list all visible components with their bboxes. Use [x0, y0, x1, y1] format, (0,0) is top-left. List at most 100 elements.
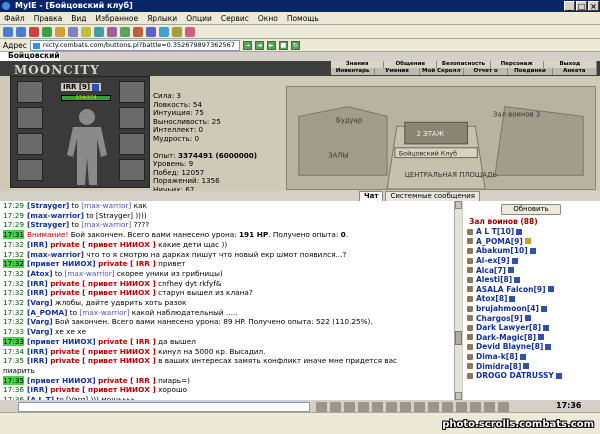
nav-inventory[interactable]: Инвентарь	[331, 68, 376, 75]
clan-badge-icon[interactable]	[529, 247, 536, 254]
message-time[interactable]: 17:35	[3, 356, 24, 365]
user-name[interactable]: A L T	[476, 227, 497, 236]
message-time[interactable]: 17:32	[3, 288, 24, 297]
message-author[interactable]: [привет НИИОХ]	[27, 337, 96, 346]
message-author[interactable]: [max-warrior]	[27, 250, 84, 259]
private-message-icon[interactable]	[467, 343, 473, 350]
message-author[interactable]: [Varg]	[27, 327, 53, 336]
message-author[interactable]: [Varg]	[27, 298, 53, 307]
print-icon[interactable]	[68, 26, 78, 37]
cut-icon[interactable]	[133, 26, 143, 37]
map-label-central[interactable]: ЦЕНТРАЛЬНАЯ ПЛОЩАДЬ	[405, 171, 498, 179]
user-row[interactable]: Abakum [10]	[463, 246, 600, 256]
clan-badge-icon[interactable]	[555, 372, 562, 379]
private-message-icon[interactable]	[467, 324, 473, 331]
message-author[interactable]: [IRR]	[27, 240, 48, 249]
sound-icon[interactable]	[372, 402, 383, 412]
user-name[interactable]: Dark Lawyer	[476, 323, 529, 332]
user-name[interactable]: Alesti	[476, 275, 500, 284]
private-message-icon[interactable]	[467, 247, 473, 254]
refresh-icon[interactable]	[42, 26, 52, 37]
clan-badge-icon[interactable]	[509, 295, 516, 302]
menu-edit[interactable]: Правка	[34, 14, 63, 23]
scroll-up-button[interactable]	[455, 201, 462, 209]
nav-knowledge[interactable]: Знания	[331, 61, 385, 68]
scroll-down-button[interactable]	[455, 392, 462, 400]
translit-icon[interactable]	[386, 402, 397, 412]
weapon-slot[interactable]	[17, 107, 43, 129]
private-tag[interactable]: private [ привет НИИОХ ]	[48, 240, 156, 249]
private-message-icon[interactable]	[467, 353, 473, 360]
user-row[interactable]: Dark Lawyer [8]	[463, 323, 600, 333]
tab-system-messages[interactable]: Системные сообщения	[385, 191, 480, 201]
address-input[interactable]: nicty.combats.com/buttons.pl?battle=0.35…	[29, 39, 240, 51]
user-name[interactable]: Alca	[476, 266, 494, 275]
armor-slot[interactable]	[17, 133, 43, 155]
filter-icon[interactable]	[358, 402, 369, 412]
private-tag[interactable]: private [ привет НИИОХ ]	[48, 288, 156, 297]
menu-window[interactable]: Окно	[258, 14, 278, 23]
clan-badge-icon[interactable]	[543, 324, 550, 331]
user-row[interactable]: brujahmoon [4]	[463, 304, 600, 314]
clan-badge-icon[interactable]	[545, 343, 552, 350]
maximize-button[interactable]: □	[576, 1, 587, 11]
message-time[interactable]: 17:32	[3, 308, 24, 317]
clear-icon[interactable]	[330, 402, 341, 412]
nav-profile[interactable]: Анкета	[552, 68, 597, 75]
nav-exit[interactable]: Выход	[543, 61, 598, 68]
message-author[interactable]: [Atox]	[27, 269, 53, 278]
minimize-button[interactable]: _	[564, 1, 575, 11]
exit-icon[interactable]	[498, 402, 509, 412]
message-time[interactable]: 17:31	[3, 230, 25, 240]
menu-view[interactable]: Вид	[71, 14, 86, 23]
message-time[interactable]: 17:32	[3, 250, 24, 259]
message-time[interactable]: 17:32	[3, 317, 24, 326]
private-tag[interactable]: private [ привет НИИОХ ]	[48, 385, 156, 394]
nav-stop-button[interactable]: ■	[278, 40, 288, 50]
menu-shortcuts[interactable]: Ярлыки	[147, 14, 177, 23]
user-row[interactable]: Dark-Magic [8]	[463, 333, 600, 343]
friends-icon[interactable]	[428, 402, 439, 412]
gloves-slot[interactable]	[119, 107, 145, 129]
user-row[interactable]: Al-ex [9]	[463, 256, 600, 266]
favorites-icon[interactable]	[81, 26, 91, 37]
message-time[interactable]: 17:29	[3, 211, 24, 220]
message-target[interactable]: [max-warrior]	[65, 269, 115, 278]
user-row[interactable]: Alca [7]	[463, 265, 600, 275]
helmet-slot[interactable]	[17, 81, 43, 103]
user-name[interactable]: ASALA Falcon	[476, 285, 533, 294]
message-author[interactable]: [IRR]	[27, 356, 48, 365]
user-name[interactable]: Abakum	[476, 246, 510, 255]
nav-transfer-report[interactable]: Отчет о переводах	[463, 68, 509, 81]
location-map[interactable]: Будуар Зал воинов 3 2 ЭТАЖ Бойцовский Кл…	[286, 86, 596, 190]
nav-communication[interactable]: Общение	[384, 61, 438, 68]
user-row[interactable]: Dima-k [8]	[463, 352, 600, 362]
tab-chat[interactable]: Чат	[359, 191, 384, 201]
user-name[interactable]: brujahmoon	[476, 304, 527, 313]
copy-icon[interactable]	[146, 26, 156, 37]
user-name[interactable]: DROGO DATRUSSY	[476, 371, 554, 380]
ring-slot[interactable]	[119, 81, 145, 103]
message-time[interactable]: 17:32	[3, 279, 24, 288]
clan-badge-icon[interactable]	[540, 305, 547, 312]
nav-back-button[interactable]: ◄	[254, 40, 264, 50]
chat-scrollbar[interactable]	[454, 201, 462, 400]
message-target[interactable]: [max-warrior]	[81, 201, 131, 210]
user-name[interactable]: A_POMA	[476, 237, 511, 246]
clan-badge-icon[interactable]	[547, 286, 554, 293]
belt-slot[interactable]	[17, 159, 43, 181]
nav-my-scroll[interactable]: Мой Скролл	[419, 68, 464, 75]
book-icon[interactable]	[442, 402, 453, 412]
message-time[interactable]: 17:32	[3, 269, 24, 278]
private-message-icon[interactable]	[467, 267, 473, 274]
message-author[interactable]: [привет НИИОХ]	[27, 259, 96, 268]
nav-skills[interactable]: Умения	[375, 68, 420, 75]
user-row[interactable]: Chargos [9]	[463, 313, 600, 323]
send-icon[interactable]	[316, 402, 327, 412]
search-icon[interactable]	[120, 26, 130, 37]
scroll-thumb[interactable]	[455, 331, 462, 345]
map-label-halls[interactable]: ЗАЛЫ	[328, 152, 348, 160]
go-button[interactable]: →	[242, 40, 252, 50]
message-time[interactable]: 17:36	[3, 385, 24, 394]
private-message-icon[interactable]	[467, 276, 473, 283]
